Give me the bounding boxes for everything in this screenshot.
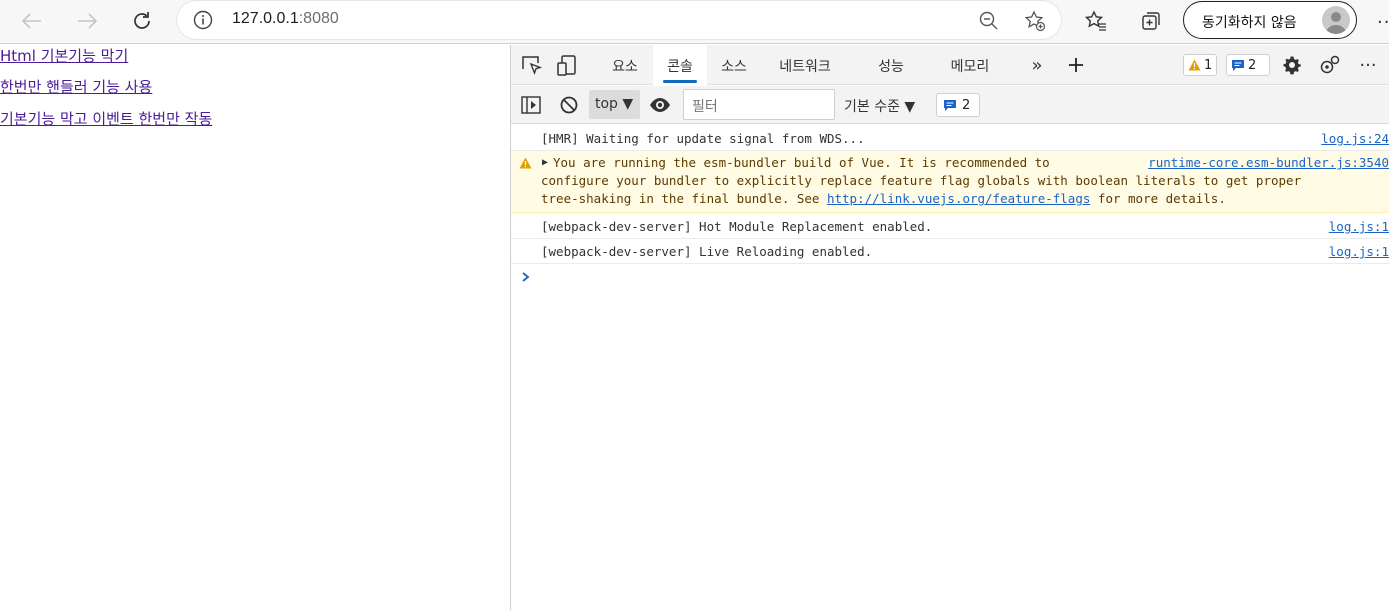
console-row: [webpack-dev-server] Live Reloading enab… [511,239,1389,264]
expand-triangle-icon[interactable]: ▶ [542,154,548,172]
url-text[interactable]: 127.0.0.1:8080 [232,10,339,28]
console-message: tree-shaking in the final bundle. See ht… [541,191,1226,206]
console-row: [HMR] Waiting for update signal from WDS… [511,125,1389,151]
message-icon [944,99,956,111]
link-prevent-once[interactable]: 기본기능 막고 이벤트 한번만 작동 [0,108,212,129]
active-tab-indicator [663,80,697,83]
message-count-badge[interactable]: 2 [1226,54,1270,76]
info-icon[interactable] [193,10,213,30]
context-selector[interactable]: top ▼ [589,90,640,119]
source-link[interactable]: log.js:24 [1321,131,1389,146]
settings-gear-icon[interactable] [1280,53,1304,77]
console-message: [HMR] Waiting for update signal from WDS… [541,131,865,146]
console-prompt-icon[interactable] [521,268,531,287]
log-levels-dropdown[interactable]: 기본 수준 ▼ [844,96,915,116]
more-icon[interactable]: ··· [1377,12,1389,33]
customize-icon[interactable] [1318,53,1342,77]
zoom-out-icon[interactable] [977,9,1001,33]
console-message: [webpack-dev-server] Hot Module Replacem… [541,219,933,234]
filter-input[interactable]: 필터 [683,89,835,120]
devtools-tabbar: 요소 콘솔 소스 네트워크 성능 메모리 » 1 2 ··· [511,45,1389,85]
link-prevent-default[interactable]: Html 기본기능 막기 [0,45,128,66]
warning-icon [1188,59,1201,71]
back-icon[interactable] [16,6,48,36]
eye-icon[interactable] [648,93,672,117]
add-tab-icon[interactable] [1064,53,1088,77]
avatar [1322,6,1350,34]
collections-icon[interactable] [1135,6,1167,36]
console-toolbar: top ▼ 필터 기본 수준 ▼ 2 [511,86,1389,124]
source-link[interactable]: log.js:1 [1329,244,1389,259]
refresh-icon[interactable] [126,6,158,36]
clear-console-icon[interactable] [557,93,581,117]
devtools-more-icon[interactable]: ··· [1356,53,1380,77]
console-warning-row: ▶ You are running the esm-bundler build … [511,151,1389,213]
console-output: [HMR] Waiting for update signal from WDS… [511,125,1389,282]
feature-flags-link[interactable]: http://link.vuejs.org/feature-flags [827,191,1090,206]
favorites-icon[interactable] [1080,6,1112,36]
source-link[interactable]: log.js:1 [1329,219,1389,234]
tab-network[interactable]: 네트워크 [767,45,843,85]
sidebar-toggle-icon[interactable] [519,93,543,117]
device-emulation-icon[interactable] [555,53,579,77]
tab-sources[interactable]: 소스 [709,45,759,85]
message-count: 2 [1248,57,1257,73]
warning-count-badge[interactable]: 1 [1183,54,1218,76]
browser-toolbar: 127.0.0.1:8080 동기화하지 않음 ··· [0,0,1389,44]
warning-count: 1 [1204,57,1213,73]
source-link[interactable]: runtime-core.esm-bundler.js:3540 [1148,154,1389,172]
tab-elements[interactable]: 요소 [599,45,651,85]
forward-icon[interactable] [71,6,103,36]
message-icon [1232,59,1244,71]
address-bar[interactable]: 127.0.0.1:8080 [177,1,1061,39]
add-favorite-icon[interactable] [1023,9,1047,33]
devtools-panel: 요소 콘솔 소스 네트워크 성능 메모리 » 1 2 ··· top ▼ 필터 … [511,45,1389,610]
tab-performance[interactable]: 성능 [863,45,919,85]
inspect-element-icon[interactable] [519,53,543,77]
sync-label: 동기화하지 않음 [1202,15,1297,31]
console-message: configure your bundler to explicitly rep… [541,173,1302,188]
console-message: [webpack-dev-server] Live Reloading enab… [541,244,873,259]
messages-badge[interactable]: 2 [936,93,980,117]
url-host: 127.0.0.1 [232,10,299,27]
more-tabs-icon[interactable]: » [1025,53,1049,77]
tab-console[interactable]: 콘솔 [653,45,707,85]
console-row: [webpack-dev-server] Hot Module Replacem… [511,213,1389,239]
url-port: :8080 [298,10,339,27]
profile-sync-button[interactable]: 동기화하지 않음 [1183,1,1357,39]
warning-icon [519,156,532,174]
page-content: Html 기본기능 막기 한번만 핸들러 기능 사용 기본기능 막고 이벤트 한… [0,45,510,610]
tab-memory[interactable]: 메모리 [937,45,1003,85]
link-once-handler[interactable]: 한번만 핸들러 기능 사용 [0,76,152,97]
